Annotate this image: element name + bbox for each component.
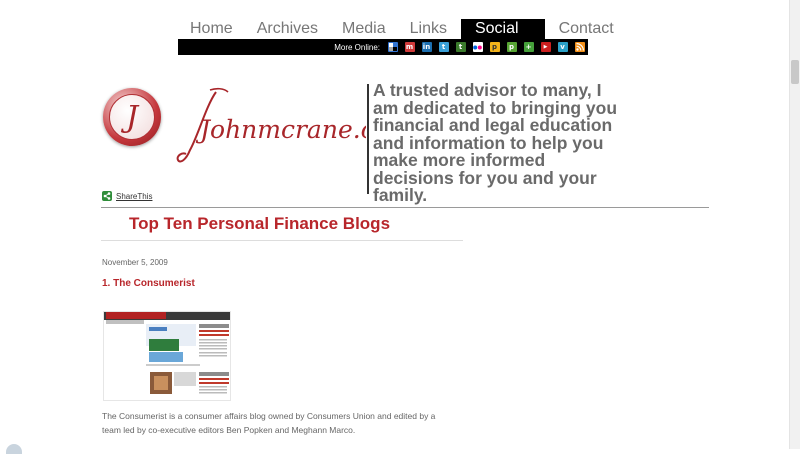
- plus-icon[interactable]: +: [523, 42, 534, 52]
- logo-emblem[interactable]: J: [103, 88, 161, 146]
- social-bar: More Online: m in t t p p + ▶ v: [178, 39, 588, 55]
- twitter-icon[interactable]: t: [438, 42, 449, 52]
- nav-contact[interactable]: Contact: [549, 19, 624, 39]
- nav-home[interactable]: Home: [180, 19, 243, 39]
- plaxo-icon[interactable]: p: [489, 42, 500, 52]
- post-date: November 5, 2009: [102, 258, 168, 267]
- nav-links[interactable]: Links: [400, 19, 457, 39]
- top-nav: Home Archives Media Links Social Contact: [180, 19, 614, 39]
- myspace-icon[interactable]: m: [404, 42, 415, 52]
- tagline-line: financial and legal education: [373, 115, 613, 135]
- youtube-icon[interactable]: ▶: [540, 42, 551, 52]
- technorati-icon[interactable]: t: [455, 42, 466, 52]
- rss-icon[interactable]: [574, 42, 585, 52]
- share-icon: [102, 191, 112, 201]
- consumerist-screenshot[interactable]: [103, 311, 231, 401]
- body-line: team led by co-executive editors Ben Pop…: [102, 425, 356, 435]
- site-tagline: A trusted advisor to many, I am dedicate…: [373, 80, 673, 205]
- more-online-label: More Online:: [334, 42, 380, 52]
- title-rule: [101, 240, 463, 241]
- body-line: The Consumerist is a consumer affairs bl…: [102, 411, 436, 421]
- tagline-line: family.: [373, 185, 428, 205]
- tagline-line: A trusted advisor to many, I: [373, 80, 602, 100]
- tagline-line: make more informed: [373, 150, 546, 170]
- logo-text: Johnmcrane.com: [195, 115, 366, 144]
- page-scrollbar[interactable]: [789, 0, 800, 449]
- delicious-icon[interactable]: [387, 42, 398, 52]
- page-title: Top Ten Personal Finance Blogs: [129, 214, 391, 233]
- corner-widget-icon[interactable]: [6, 444, 22, 454]
- stumbleupon-icon[interactable]: p: [506, 42, 517, 52]
- logo-monogram: J: [109, 94, 155, 140]
- post-body: The Consumerist is a consumer affairs bl…: [102, 409, 472, 437]
- scrollbar-thumb[interactable]: [791, 60, 799, 84]
- sharethis-button[interactable]: ShareThis: [102, 191, 152, 201]
- site-logo[interactable]: Johnmcrane.com: [176, 86, 366, 170]
- flickr-icon[interactable]: [472, 42, 483, 52]
- nav-media[interactable]: Media: [332, 19, 396, 39]
- post-heading-link[interactable]: 1. The Consumerist: [102, 278, 195, 289]
- linkedin-icon[interactable]: in: [421, 42, 432, 52]
- header-rule: [101, 207, 709, 208]
- vimeo-icon[interactable]: v: [557, 42, 568, 52]
- sharethis-label: ShareThis: [116, 191, 153, 201]
- header-divider: [367, 84, 369, 194]
- nav-archives[interactable]: Archives: [247, 19, 328, 39]
- nav-social[interactable]: Social: [460, 19, 545, 39]
